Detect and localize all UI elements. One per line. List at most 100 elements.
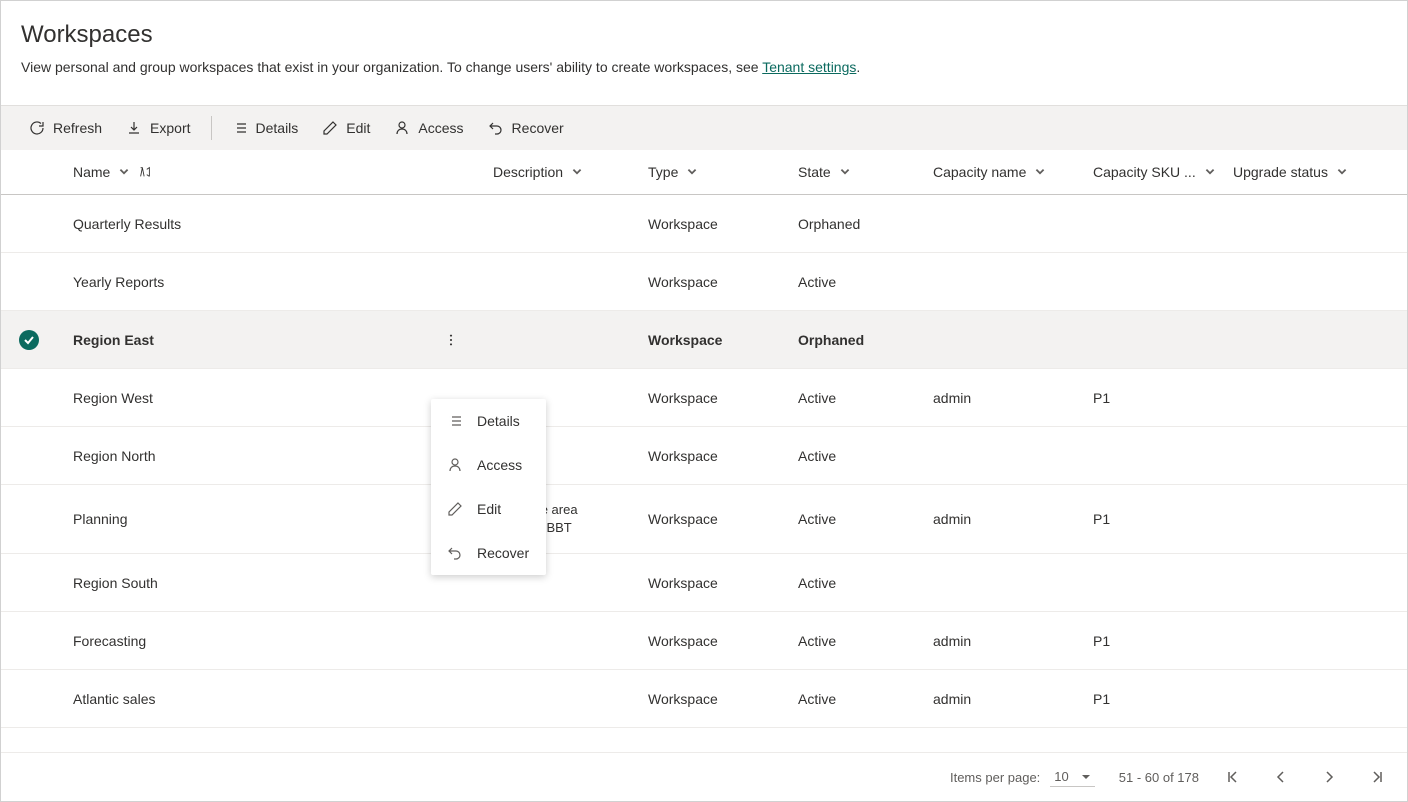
table-row[interactable]: Region SouthWorkspaceActive	[1, 554, 1407, 612]
recover-icon	[488, 120, 504, 136]
row-state: Active	[798, 691, 933, 707]
col-sku-label: Capacity SKU ...	[1093, 164, 1196, 180]
table-row[interactable]: Quarterly ResultsWorkspaceOrphaned	[1, 195, 1407, 253]
details-button[interactable]: Details	[224, 116, 307, 140]
last-page-button[interactable]	[1367, 767, 1387, 787]
recover-label: Recover	[512, 120, 564, 136]
edit-label: Edit	[346, 120, 370, 136]
column-type[interactable]: Type	[648, 164, 798, 180]
row-type: Workspace	[648, 216, 798, 232]
chevron-down-icon	[1336, 166, 1348, 178]
row-type: Workspace	[648, 691, 798, 707]
col-cap-label: Capacity name	[933, 164, 1026, 180]
row-sku: P1	[1093, 691, 1233, 707]
row-name: Region West	[73, 390, 153, 406]
items-per-page-value: 10	[1054, 769, 1068, 784]
edit-button[interactable]: Edit	[314, 116, 378, 140]
col-type-label: Type	[648, 164, 678, 180]
context-recover[interactable]: Recover	[431, 531, 546, 575]
row-type: Workspace	[648, 332, 798, 348]
table-row[interactable]: Atlantic salesWorkspaceActiveadminP1	[1, 670, 1407, 728]
items-per-page-select[interactable]: 10	[1050, 767, 1094, 787]
table-row[interactable]: Region WestWorkspaceActiveadminP1	[1, 369, 1407, 427]
dropdown-arrow-icon	[1081, 772, 1091, 782]
column-description[interactable]: Description	[493, 164, 648, 180]
chevron-down-icon	[839, 166, 851, 178]
prev-page-icon	[1273, 769, 1289, 785]
tenant-settings-link[interactable]: Tenant settings	[762, 59, 856, 75]
pagination: Items per page: 10 51 - 60 of 178	[1, 752, 1407, 801]
list-icon	[232, 120, 248, 136]
table-body: Quarterly ResultsWorkspaceOrphanedYearly…	[1, 195, 1407, 728]
table-row[interactable]: PlanningorkSpace area or test in BBTWork…	[1, 485, 1407, 554]
access-button[interactable]: Access	[386, 116, 471, 140]
prev-page-button[interactable]	[1271, 767, 1291, 787]
row-state: Active	[798, 511, 933, 527]
row-sku: P1	[1093, 390, 1233, 406]
first-page-button[interactable]	[1223, 767, 1243, 787]
table-header-row: Name Description Type State Capacity nam…	[1, 150, 1407, 195]
row-state: Active	[798, 390, 933, 406]
last-page-icon	[1369, 769, 1385, 785]
toolbar: Refresh Export Details Edit Access	[1, 105, 1407, 150]
edit-icon	[447, 501, 463, 517]
row-type: Workspace	[648, 390, 798, 406]
table-row[interactable]: ForecastingWorkspaceActiveadminP1	[1, 612, 1407, 670]
row-name: Yearly Reports	[73, 274, 164, 290]
row-type: Workspace	[648, 633, 798, 649]
row-type: Workspace	[648, 274, 798, 290]
row-sku: P1	[1093, 633, 1233, 649]
column-name[interactable]: Name	[73, 164, 493, 180]
next-page-icon	[1321, 769, 1337, 785]
context-access-label: Access	[477, 457, 522, 473]
row-name: Region North	[73, 448, 156, 464]
access-icon	[394, 120, 410, 136]
row-name: Region East	[73, 332, 154, 348]
refresh-label: Refresh	[53, 120, 102, 136]
table-row[interactable]: Region NorthWorkspaceActive	[1, 427, 1407, 485]
column-state[interactable]: State	[798, 164, 933, 180]
more-vertical-icon	[444, 333, 458, 347]
col-state-label: State	[798, 164, 831, 180]
access-label: Access	[418, 120, 463, 136]
row-name: Forecasting	[73, 633, 146, 649]
first-page-icon	[1225, 769, 1241, 785]
recover-button[interactable]: Recover	[480, 116, 572, 140]
chevron-down-icon	[571, 166, 583, 178]
column-upgrade-status[interactable]: Upgrade status	[1233, 164, 1373, 180]
list-icon	[447, 413, 463, 429]
edit-icon	[322, 120, 338, 136]
row-sku: P1	[1093, 511, 1233, 527]
context-edit-label: Edit	[477, 501, 501, 517]
refresh-icon	[29, 120, 45, 136]
context-edit[interactable]: Edit	[431, 487, 546, 531]
row-state: Active	[798, 633, 933, 649]
next-page-button[interactable]	[1319, 767, 1339, 787]
details-label: Details	[256, 120, 299, 136]
page-title: Workspaces	[21, 21, 1387, 49]
context-access[interactable]: Access	[431, 443, 546, 487]
export-label: Export	[150, 120, 190, 136]
context-details[interactable]: Details	[431, 399, 546, 443]
context-details-label: Details	[477, 413, 520, 429]
chevron-down-icon	[1034, 166, 1046, 178]
recover-icon	[447, 545, 463, 561]
row-type: Workspace	[648, 448, 798, 464]
more-options-button[interactable]	[444, 333, 458, 347]
context-menu: Details Access Edit Recover	[431, 399, 546, 575]
col-upgrade-label: Upgrade status	[1233, 164, 1328, 180]
refresh-button[interactable]: Refresh	[21, 116, 110, 140]
row-type: Workspace	[648, 575, 798, 591]
page-subtitle: View personal and group workspaces that …	[21, 59, 1387, 75]
row-name: Quarterly Results	[73, 216, 181, 232]
table-row[interactable]: Yearly ReportsWorkspaceActive	[1, 253, 1407, 311]
column-capacity-sku[interactable]: Capacity SKU ...	[1093, 164, 1233, 180]
row-state: Active	[798, 575, 933, 591]
column-capacity-name[interactable]: Capacity name	[933, 164, 1093, 180]
subtitle-text-post: .	[856, 59, 860, 75]
export-button[interactable]: Export	[118, 116, 198, 140]
export-icon	[126, 120, 142, 136]
table-row[interactable]: Region East WorkspaceOrphaned	[1, 311, 1407, 369]
row-state: Orphaned	[798, 332, 933, 348]
col-desc-label: Description	[493, 164, 563, 180]
